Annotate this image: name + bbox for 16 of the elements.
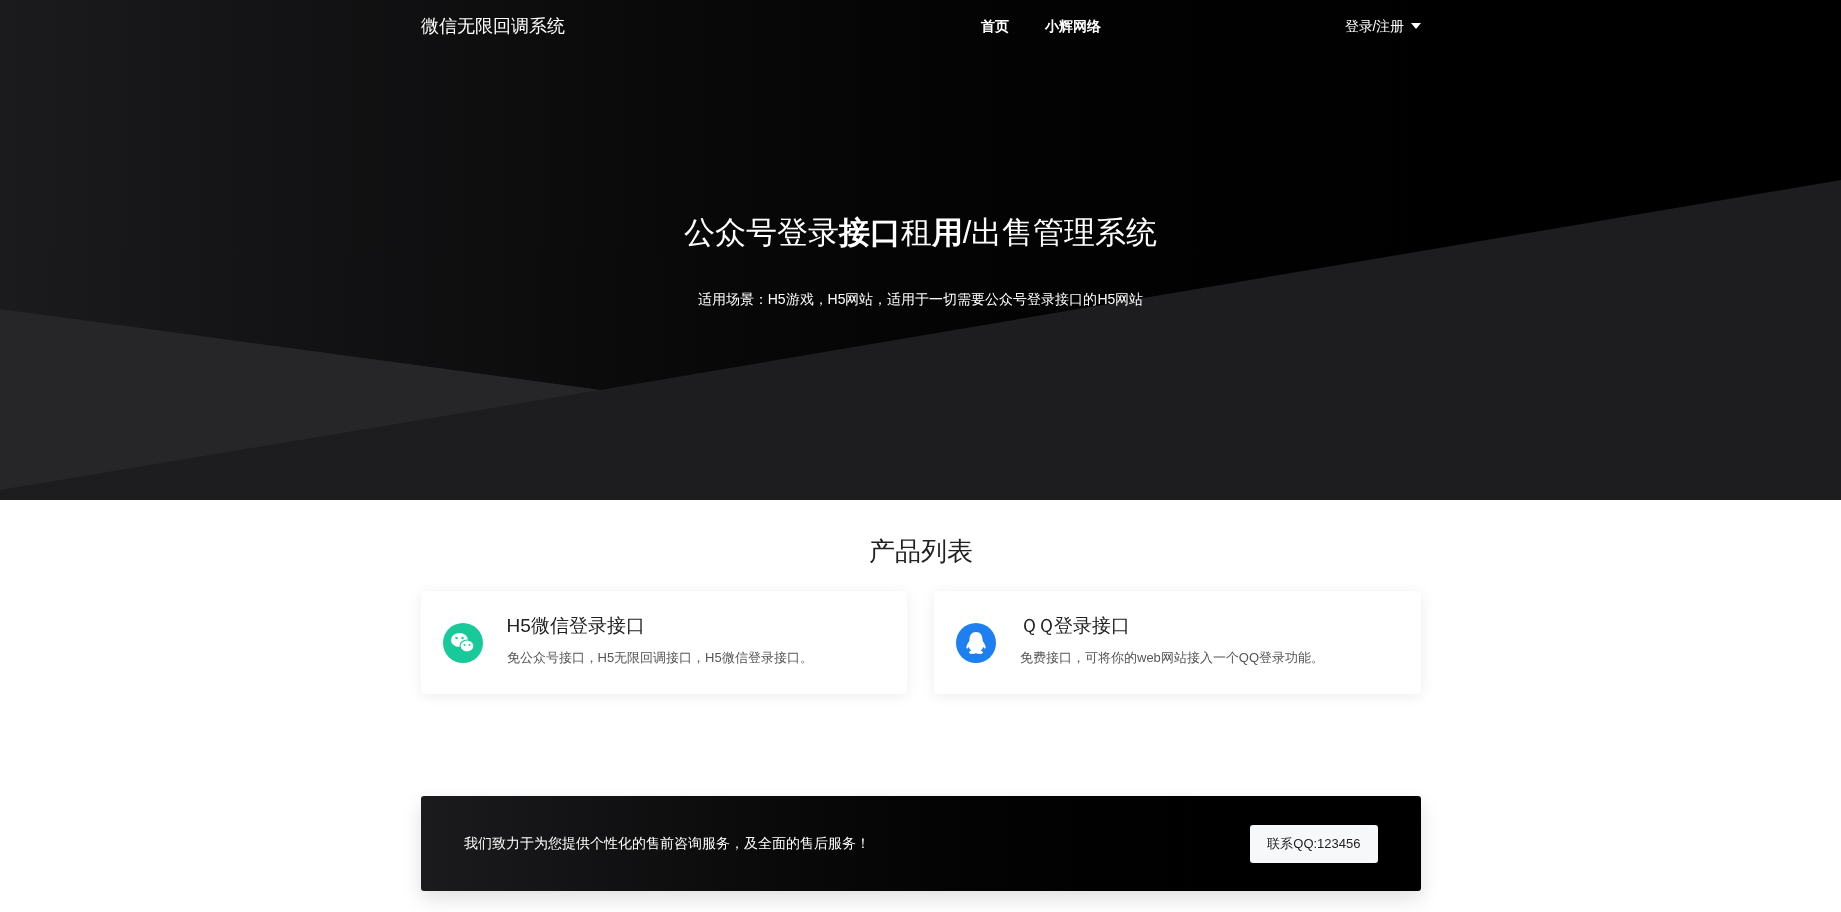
- product-description: 免费接口，可将你的web网站接入一个QQ登录功能。: [1020, 649, 1325, 667]
- product-card[interactable]: H5微信登录接口 免公众号接口，H5无限回调接口，H5微信登录接口。: [420, 591, 907, 694]
- nav-link[interactable]: 首页: [980, 15, 1009, 37]
- product-title: H5微信登录接口: [506, 613, 646, 638]
- brand-link[interactable]: 微信无限回调系统: [420, 12, 981, 40]
- product-title: ＱＱ登录接口: [1020, 613, 1131, 638]
- contact-button[interactable]: 联系QQ:123456: [1250, 824, 1378, 863]
- hero-title: 公众号登录接口租用/出售管理系统: [683, 214, 1158, 252]
- caret-icon: [1410, 23, 1421, 29]
- nav-link[interactable]: 小辉网络: [1044, 15, 1101, 37]
- section-heading: 产品列表: [867, 535, 974, 568]
- account-dropdown[interactable]: 登录/注册: [1344, 15, 1421, 37]
- product-description: 免公众号接口，H5无限回调接口，H5微信登录接口。: [506, 649, 813, 667]
- hero-subtitle: 适用场景：H5游戏，H5网站，适用于一切需要公众号登录接口的H5网站: [697, 289, 1144, 309]
- product-card[interactable]: ＱＱ登录接口 免费接口，可将你的web网站接入一个QQ登录功能。: [934, 591, 1421, 694]
- banner-text: 我们致力于为您提供个性化的售前咨询服务，及全面的售后服务！: [463, 834, 870, 853]
